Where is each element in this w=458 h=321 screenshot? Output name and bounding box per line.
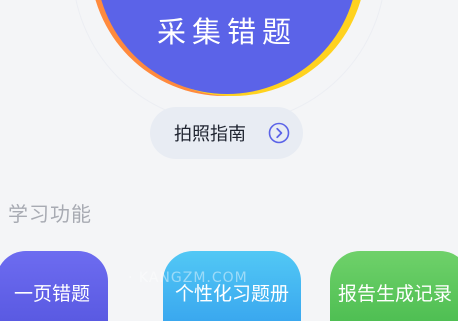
section-title-learning-features: 学习功能: [8, 202, 92, 226]
capture-area: 采集错题: [90, 0, 366, 98]
feature-card-report-history[interactable]: 报告生成记录: [330, 251, 458, 321]
photo-guide-button[interactable]: 拍照指南: [150, 107, 303, 159]
chevron-right-circle-icon: [268, 122, 290, 144]
capture-label: 采集错题: [156, 15, 297, 49]
feature-card-one-page-errors[interactable]: 一页错题: [0, 251, 108, 321]
watermark-text: · KANGZM.COM: [128, 270, 248, 286]
feature-card-label: 报告生成记录: [338, 283, 453, 305]
feature-card-personalized-workbook[interactable]: 个性化习题册: [163, 251, 301, 321]
photo-guide-label: 拍照指南: [174, 124, 246, 145]
capture-wrong-question-button[interactable]: 采集错题: [96, 0, 358, 94]
feature-card-label: 一页错题: [13, 283, 90, 305]
